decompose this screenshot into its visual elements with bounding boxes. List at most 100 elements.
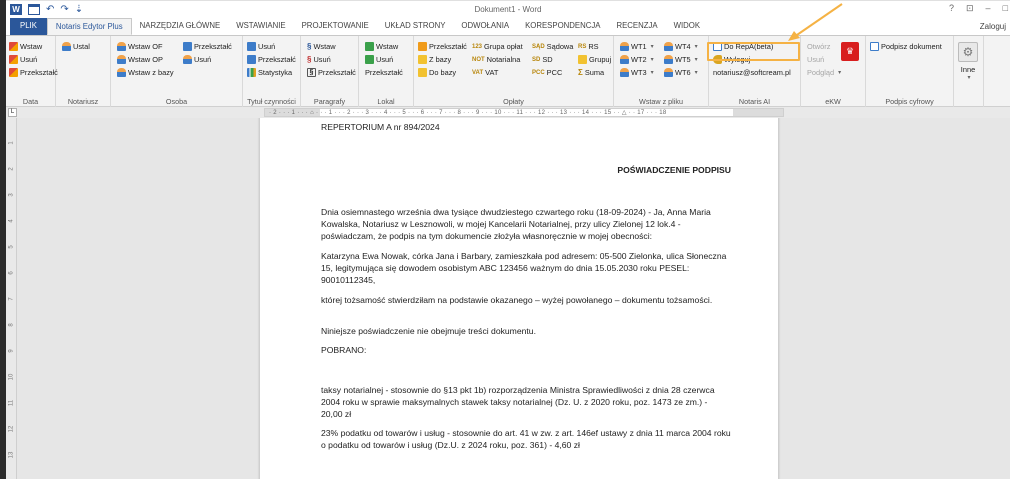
chevron-down-icon[interactable]: ▾ [695, 43, 698, 50]
vruler-tick: 11 [8, 399, 15, 407]
paragraph-person[interactable]: Katarzyna Ewa Nowak, córka Jana i Barbar… [321, 251, 731, 286]
tytul-przeksztalc-label: Przekształć [258, 55, 296, 64]
help-icon[interactable]: ? [949, 3, 954, 14]
paragraph-pobrano[interactable]: POBRANO: [321, 345, 731, 357]
paragraph-identity[interactable]: której tożsamość stwierdziłam na podstaw… [321, 295, 731, 307]
oplaty-sd-button[interactable]: SD SD [532, 54, 553, 65]
chevron-down-icon[interactable]: ▾ [695, 69, 698, 76]
wyloguj-button[interactable]: Wyloguj [713, 54, 750, 65]
paragrafy-wstaw-button[interactable]: § Wstaw [307, 41, 336, 52]
tab-narzedzia-glowne[interactable]: NARZĘDZIA GŁÓWNE [132, 18, 229, 35]
osoba-usun-button[interactable]: Usuń [183, 54, 211, 65]
oplaty-do-bazy-button[interactable]: Do bazy [418, 67, 456, 78]
tab-projektowanie[interactable]: PROJEKTOWANIE [294, 18, 377, 35]
ekw-usun-button[interactable]: Usuń [807, 54, 824, 65]
osoba-wstaw-op-button[interactable]: Wstaw OP [117, 54, 163, 65]
statistics-icon [247, 68, 256, 77]
chevron-down-icon[interactable]: ▾ [695, 56, 698, 63]
chevron-down-icon[interactable]: ▾ [651, 69, 654, 76]
oplaty-rs-button[interactable]: RS RS [578, 41, 599, 52]
lokal-przeksztalc-button[interactable]: Przekształć [365, 67, 403, 78]
data-wstaw-button[interactable]: Wstaw [9, 41, 42, 52]
oplaty-przeksztalc-button[interactable]: Przekształć [418, 41, 467, 52]
tytul-przeksztalc-button[interactable]: Przekształć [247, 54, 296, 65]
lokal-usun-button[interactable]: Usuń [365, 54, 393, 65]
oplaty-grupa-oplat-button[interactable]: 123 Grupa opłat [472, 41, 523, 52]
oplaty-notarialna-button[interactable]: NOT Notarialna [472, 54, 520, 65]
data-przeksztalc-button[interactable]: Przekształć [9, 67, 58, 78]
paragraph-scope[interactable]: Niniejsze poświadczenie nie obejmuje tre… [321, 326, 731, 338]
oplaty-pcc-button[interactable]: PCC PCC [532, 67, 562, 78]
ekw-usun-label: Usuń [807, 55, 825, 64]
house-icon [365, 42, 374, 51]
wt5-label: WT5 [675, 55, 691, 64]
wt1-button[interactable]: WT1 ▾ [620, 41, 654, 52]
wt2-button[interactable]: WT2 ▾ [620, 54, 654, 65]
tytul-usun-button[interactable]: Usuń [247, 41, 275, 52]
ribbon-display-icon[interactable]: ⊡ [966, 3, 974, 14]
document-page[interactable]: REPERTORIUM A nr 894/2024 POŚWIADCZENIE … [259, 118, 779, 479]
tab-korespondencja[interactable]: KORESPONDENCJA [517, 18, 608, 35]
sum-icon: Σ [578, 68, 583, 77]
tab-uklad-strony[interactable]: UKŁAD STRONY [377, 18, 454, 35]
tab-notaris-edytor-plus[interactable]: Notaris Edytor Plus [46, 18, 132, 35]
vruler-tick: 9 [8, 349, 15, 353]
tab-widok[interactable]: WIDOK [666, 18, 708, 35]
paragraph-vat[interactable]: 23% podatku od towarów i usług - stosown… [321, 428, 731, 452]
oplaty-vat-button[interactable]: VAT VAT [472, 67, 498, 78]
notariusz-ustal-button[interactable]: Ustal [62, 41, 90, 52]
tab-wstawianie[interactable]: WSTAWIANIE [228, 18, 293, 35]
group-label-paragrafy: Paragrafy [313, 97, 346, 106]
repertorium-number[interactable]: REPERTORIUM A nr 894/2024 [321, 122, 731, 134]
vruler-tick: 8 [8, 323, 15, 327]
chevron-down-icon[interactable]: ▾ [651, 56, 654, 63]
minimize-icon[interactable]: – [986, 3, 991, 14]
oplaty-notarialna-label: Notarialna [486, 55, 521, 64]
tab-recenzja[interactable]: RECENZJA [608, 18, 665, 35]
paragraph-notarial-fee[interactable]: taksy notarialnej - stosownie do §13 pkt… [321, 385, 731, 420]
oplaty-suma-label: Suma [584, 68, 605, 77]
wt3-button[interactable]: WT3 ▾ [620, 67, 654, 78]
oplaty-sd-label: SD [542, 55, 553, 64]
osoba-wstaw-of-button[interactable]: Wstaw OF [117, 41, 163, 52]
wt6-button[interactable]: WT6 ▾ [664, 67, 698, 78]
paragraph-intro[interactable]: Dnia osiemnastego września dwa tysiące d… [321, 207, 731, 242]
chevron-down-icon[interactable]: ▾ [838, 69, 841, 76]
template-icon [664, 68, 673, 77]
house-icon [365, 55, 374, 64]
data-usun-button[interactable]: Usuń [9, 54, 37, 65]
group-label-oplaty: Opłaty [503, 97, 524, 106]
document-heading[interactable]: POŚWIADCZENIE PODPISU [321, 165, 731, 177]
podpisz-dokument-button[interactable]: Podpisz dokument [870, 41, 942, 52]
tab-plik[interactable]: PLIK [10, 18, 47, 35]
oplaty-sadowa-label: Sądowa [546, 42, 574, 51]
tab-selector[interactable]: L [8, 108, 17, 117]
document-icon [713, 42, 722, 51]
vat-icon: VAT [472, 69, 484, 76]
vruler-tick: 4 [8, 219, 15, 223]
lokal-wstaw-button[interactable]: Wstaw [365, 41, 398, 52]
oplaty-z-bazy-button[interactable]: Z bazy [418, 54, 451, 65]
oplaty-sadowa-button[interactable]: SĄD Sądowa [532, 41, 573, 52]
oplaty-grupuj-button[interactable]: Grupuj [578, 54, 611, 65]
osoba-wstaw-z-bazy-button[interactable]: Wstaw z bazy [117, 67, 174, 78]
ekw-podglad-button[interactable]: Podgląd ▾ [807, 67, 841, 78]
paragrafy-przeksztalc-button[interactable]: § Przekształć [307, 67, 356, 78]
oplaty-suma-button[interactable]: Σ Suma [578, 67, 604, 78]
vertical-ruler[interactable]: 1 2 3 4 5 6 7 8 9 10 11 12 13 [6, 118, 17, 479]
wt4-button[interactable]: WT4 ▾ [664, 41, 698, 52]
chevron-down-icon[interactable]: ▾ [651, 43, 654, 50]
horizontal-ruler[interactable]: · 2 · · · 1 · · · ⌂ · · · 1 · · · 2 · · … [264, 108, 784, 117]
login-link[interactable]: Zaloguj [980, 22, 1006, 31]
person-icon [117, 55, 126, 64]
paragrafy-usun-button[interactable]: § Usuń [307, 54, 331, 65]
osoba-przeksztalc-button[interactable]: Przekształć [183, 41, 232, 52]
inne-button[interactable]: ⚙ Inne ▾ [958, 42, 978, 81]
do-repa-beta-button[interactable]: Do RepA(beta) [713, 41, 773, 52]
tab-odwolania[interactable]: ODWOŁANIA [453, 18, 517, 35]
maximize-icon[interactable]: □ [1003, 3, 1008, 14]
ekw-otworz-button[interactable]: Otwórz [807, 41, 830, 52]
wt5-button[interactable]: WT5 ▾ [664, 54, 698, 65]
lokal-usun-label: Usuń [376, 55, 394, 64]
tytul-statystyka-button[interactable]: Statystyka [247, 67, 292, 78]
